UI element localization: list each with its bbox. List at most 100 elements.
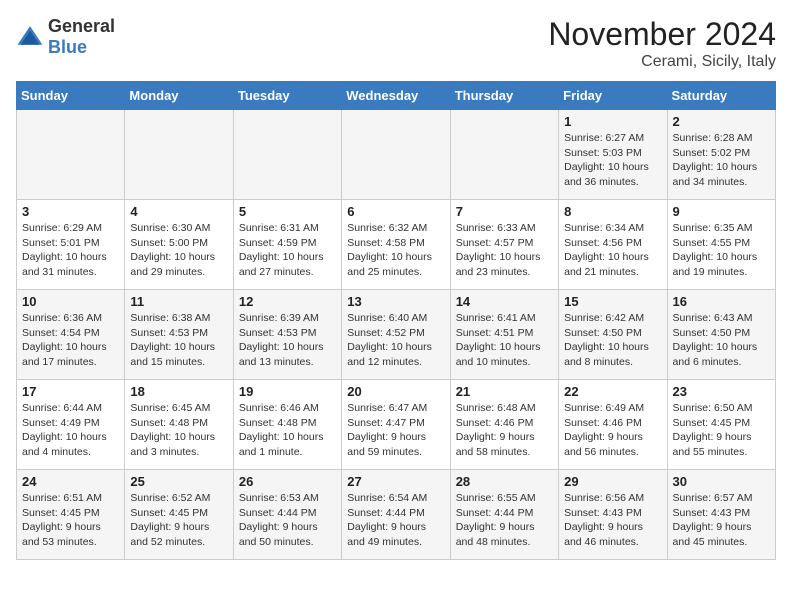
logo-general: General: [48, 16, 115, 36]
calendar-cell: 18 Sunrise: 6:45 AM Sunset: 4:48 PM Dayli…: [125, 380, 233, 470]
calendar-cell: 3Sunrise: 6:29 AM Sunset: 5:01 PM Daylig…: [17, 200, 125, 290]
day-info: Sunrise: 6:46 AM Sunset: 4:48 PM Dayligh…: [239, 401, 336, 460]
calendar-cell: 26 Sunrise: 6:53 AM Sunset: 4:44 PM Dayli…: [233, 470, 341, 560]
calendar-cell: 15Sunrise: 6:42 AM Sunset: 4:50 PM Dayli…: [559, 290, 667, 380]
day-number: 14: [456, 294, 553, 309]
weekday-header: Saturday: [667, 82, 775, 110]
day-number: 28: [456, 474, 553, 489]
logo: General Blue: [16, 16, 115, 58]
weekday-header: Monday: [125, 82, 233, 110]
calendar-cell: 5 Sunrise: 6:31 AM Sunset: 4:59 PM Daylig…: [233, 200, 341, 290]
calendar-cell: 27 Sunrise: 6:54 AM Sunset: 4:44 PM Dayli…: [342, 470, 450, 560]
day-info: Sunrise: 6:34 AM Sunset: 4:56 PM Dayligh…: [564, 221, 661, 280]
day-number: 27: [347, 474, 444, 489]
day-info: Sunrise: 6:48 AM Sunset: 4:46 PM Dayligh…: [456, 401, 553, 460]
logo-text: General Blue: [48, 16, 115, 58]
calendar-cell: 30 Sunrise: 6:57 AM Sunset: 4:43 PM Dayli…: [667, 470, 775, 560]
calendar-table: SundayMondayTuesdayWednesdayThursdayFrid…: [16, 81, 776, 560]
day-info: Sunrise: 6:55 AM Sunset: 4:44 PM Dayligh…: [456, 491, 553, 550]
day-info: Sunrise: 6:39 AM Sunset: 4:53 PM Dayligh…: [239, 311, 336, 370]
calendar-cell: 1 Sunrise: 6:27 AM Sunset: 5:03 PM Daylig…: [559, 110, 667, 200]
day-info: Sunrise: 6:53 AM Sunset: 4:44 PM Dayligh…: [239, 491, 336, 550]
day-number: 7: [456, 204, 553, 219]
day-info: Sunrise: 6:49 AM Sunset: 4:46 PM Dayligh…: [564, 401, 661, 460]
day-info: Sunrise: 6:38 AM Sunset: 4:53 PM Dayligh…: [130, 311, 227, 370]
day-number: 30: [673, 474, 770, 489]
calendar-cell: [125, 110, 233, 200]
day-number: 9: [673, 204, 770, 219]
calendar-week-row: 1 Sunrise: 6:27 AM Sunset: 5:03 PM Daylig…: [17, 110, 776, 200]
day-number: 11: [130, 294, 227, 309]
calendar-cell: [342, 110, 450, 200]
day-info: Sunrise: 6:32 AM Sunset: 4:58 PM Dayligh…: [347, 221, 444, 280]
calendar-cell: 7 Sunrise: 6:33 AM Sunset: 4:57 PM Daylig…: [450, 200, 558, 290]
day-number: 6: [347, 204, 444, 219]
day-info: Sunrise: 6:33 AM Sunset: 4:57 PM Dayligh…: [456, 221, 553, 280]
day-info: Sunrise: 6:27 AM Sunset: 5:03 PM Dayligh…: [564, 131, 661, 190]
day-number: 8: [564, 204, 661, 219]
calendar-cell: 25 Sunrise: 6:52 AM Sunset: 4:45 PM Dayli…: [125, 470, 233, 560]
day-number: 26: [239, 474, 336, 489]
calendar-cell: [450, 110, 558, 200]
weekday-header: Friday: [559, 82, 667, 110]
day-number: 15: [564, 294, 661, 309]
day-number: 20: [347, 384, 444, 399]
calendar-cell: 8 Sunrise: 6:34 AM Sunset: 4:56 PM Daylig…: [559, 200, 667, 290]
day-number: 1: [564, 114, 661, 129]
day-info: Sunrise: 6:52 AM Sunset: 4:45 PM Dayligh…: [130, 491, 227, 550]
day-number: 19: [239, 384, 336, 399]
calendar-cell: 2 Sunrise: 6:28 AM Sunset: 5:02 PM Daylig…: [667, 110, 775, 200]
calendar-cell: [17, 110, 125, 200]
day-number: 5: [239, 204, 336, 219]
calendar-cell: 28 Sunrise: 6:55 AM Sunset: 4:44 PM Dayli…: [450, 470, 558, 560]
day-info: Sunrise: 6:57 AM Sunset: 4:43 PM Dayligh…: [673, 491, 770, 550]
calendar-cell: 22 Sunrise: 6:49 AM Sunset: 4:46 PM Dayli…: [559, 380, 667, 470]
day-info: Sunrise: 6:28 AM Sunset: 5:02 PM Dayligh…: [673, 131, 770, 190]
title-area: November 2024 Cerami, Sicily, Italy: [548, 16, 776, 71]
day-number: 24: [22, 474, 119, 489]
day-number: 21: [456, 384, 553, 399]
weekday-header: Sunday: [17, 82, 125, 110]
calendar-cell: 4 Sunrise: 6:30 AM Sunset: 5:00 PM Daylig…: [125, 200, 233, 290]
day-number: 25: [130, 474, 227, 489]
logo-blue: Blue: [48, 37, 87, 57]
calendar-cell: [233, 110, 341, 200]
calendar-week-row: 10Sunrise: 6:36 AM Sunset: 4:54 PM Dayli…: [17, 290, 776, 380]
calendar-cell: 9 Sunrise: 6:35 AM Sunset: 4:55 PM Daylig…: [667, 200, 775, 290]
day-number: 13: [347, 294, 444, 309]
day-info: Sunrise: 6:51 AM Sunset: 4:45 PM Dayligh…: [22, 491, 119, 550]
day-info: Sunrise: 6:45 AM Sunset: 4:48 PM Dayligh…: [130, 401, 227, 460]
day-info: Sunrise: 6:41 AM Sunset: 4:51 PM Dayligh…: [456, 311, 553, 370]
calendar-week-row: 3Sunrise: 6:29 AM Sunset: 5:01 PM Daylig…: [17, 200, 776, 290]
calendar-week-row: 24 Sunrise: 6:51 AM Sunset: 4:45 PM Dayli…: [17, 470, 776, 560]
calendar-cell: 23 Sunrise: 6:50 AM Sunset: 4:45 PM Dayli…: [667, 380, 775, 470]
calendar-cell: 16Sunrise: 6:43 AM Sunset: 4:50 PM Dayli…: [667, 290, 775, 380]
calendar-cell: 19 Sunrise: 6:46 AM Sunset: 4:48 PM Dayli…: [233, 380, 341, 470]
calendar-cell: 10Sunrise: 6:36 AM Sunset: 4:54 PM Dayli…: [17, 290, 125, 380]
calendar-week-row: 17Sunrise: 6:44 AM Sunset: 4:49 PM Dayli…: [17, 380, 776, 470]
day-info: Sunrise: 6:44 AM Sunset: 4:49 PM Dayligh…: [22, 401, 119, 460]
day-number: 2: [673, 114, 770, 129]
weekday-header-row: SundayMondayTuesdayWednesdayThursdayFrid…: [17, 82, 776, 110]
day-number: 29: [564, 474, 661, 489]
day-info: Sunrise: 6:30 AM Sunset: 5:00 PM Dayligh…: [130, 221, 227, 280]
weekday-header: Thursday: [450, 82, 558, 110]
weekday-header: Tuesday: [233, 82, 341, 110]
day-number: 4: [130, 204, 227, 219]
day-info: Sunrise: 6:50 AM Sunset: 4:45 PM Dayligh…: [673, 401, 770, 460]
day-number: 12: [239, 294, 336, 309]
day-info: Sunrise: 6:54 AM Sunset: 4:44 PM Dayligh…: [347, 491, 444, 550]
day-info: Sunrise: 6:36 AM Sunset: 4:54 PM Dayligh…: [22, 311, 119, 370]
day-number: 16: [673, 294, 770, 309]
calendar-cell: 6 Sunrise: 6:32 AM Sunset: 4:58 PM Daylig…: [342, 200, 450, 290]
day-info: Sunrise: 6:35 AM Sunset: 4:55 PM Dayligh…: [673, 221, 770, 280]
day-number: 23: [673, 384, 770, 399]
day-info: Sunrise: 6:40 AM Sunset: 4:52 PM Dayligh…: [347, 311, 444, 370]
day-number: 22: [564, 384, 661, 399]
day-info: Sunrise: 6:31 AM Sunset: 4:59 PM Dayligh…: [239, 221, 336, 280]
day-number: 18: [130, 384, 227, 399]
calendar-cell: 20 Sunrise: 6:47 AM Sunset: 4:47 PM Dayli…: [342, 380, 450, 470]
location-subtitle: Cerami, Sicily, Italy: [548, 53, 776, 71]
calendar-cell: 29Sunrise: 6:56 AM Sunset: 4:43 PM Dayli…: [559, 470, 667, 560]
day-info: Sunrise: 6:47 AM Sunset: 4:47 PM Dayligh…: [347, 401, 444, 460]
